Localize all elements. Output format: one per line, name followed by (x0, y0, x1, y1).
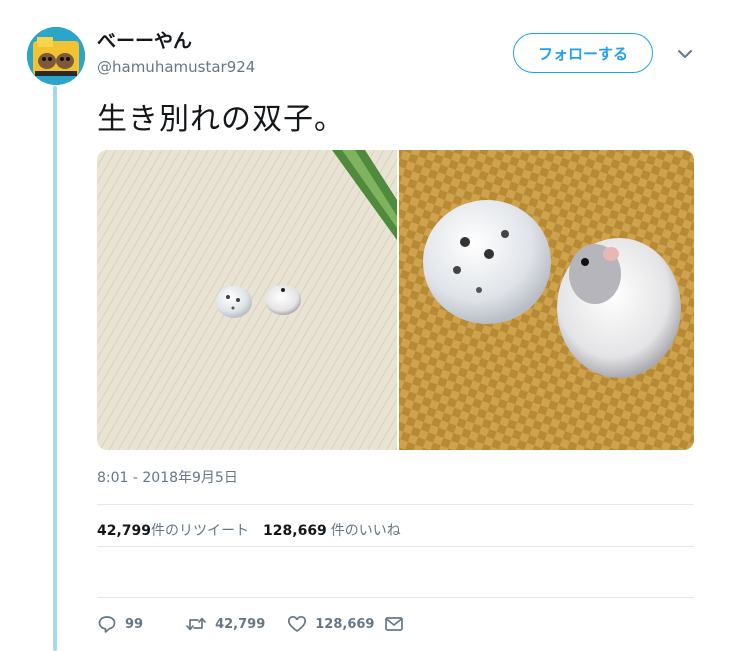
heart-icon (287, 614, 307, 634)
media-photos (97, 150, 694, 450)
chevron-down-icon[interactable] (675, 46, 695, 62)
dm-button[interactable] (384, 614, 404, 634)
retweet-count: 42,799 (215, 616, 266, 632)
envelope-icon (384, 614, 404, 634)
display-name[interactable]: べーーやん (97, 30, 192, 52)
tweet-media[interactable] (97, 150, 694, 450)
reply-count: 99 (125, 616, 144, 632)
like-count: 128,669 (315, 616, 375, 632)
reply-area (97, 546, 694, 598)
like-button[interactable]: 128,669 (287, 614, 374, 634)
tweet-timestamp[interactable]: 8:01 - 2018年9月5日 (97, 467, 238, 487)
follow-button[interactable]: フォローする (513, 33, 653, 73)
reply-icon (97, 614, 117, 634)
retweets-count[interactable]: 42,799 (97, 523, 151, 539)
tweet-actions: 99 42,799 128,669 (97, 613, 404, 635)
thread-line (53, 86, 57, 651)
retweet-button[interactable]: 42,799 (185, 614, 265, 634)
reply-button[interactable]: 99 (97, 614, 143, 634)
likes-label[interactable]: 件のいいね (331, 520, 401, 540)
avatar[interactable] (27, 27, 85, 85)
retweets-label[interactable]: 件のリツイート (151, 520, 249, 540)
likes-count[interactable]: 128,669 (263, 523, 327, 539)
user-handle[interactable]: @hamuhamustar924 (97, 58, 255, 76)
tweet-text: 生き別れの双子。 (97, 102, 345, 137)
retweet-icon (185, 614, 207, 634)
divider (97, 504, 694, 505)
tweet-stats: 42,799 件のリツイート 128,669 件のいいね (97, 520, 401, 540)
